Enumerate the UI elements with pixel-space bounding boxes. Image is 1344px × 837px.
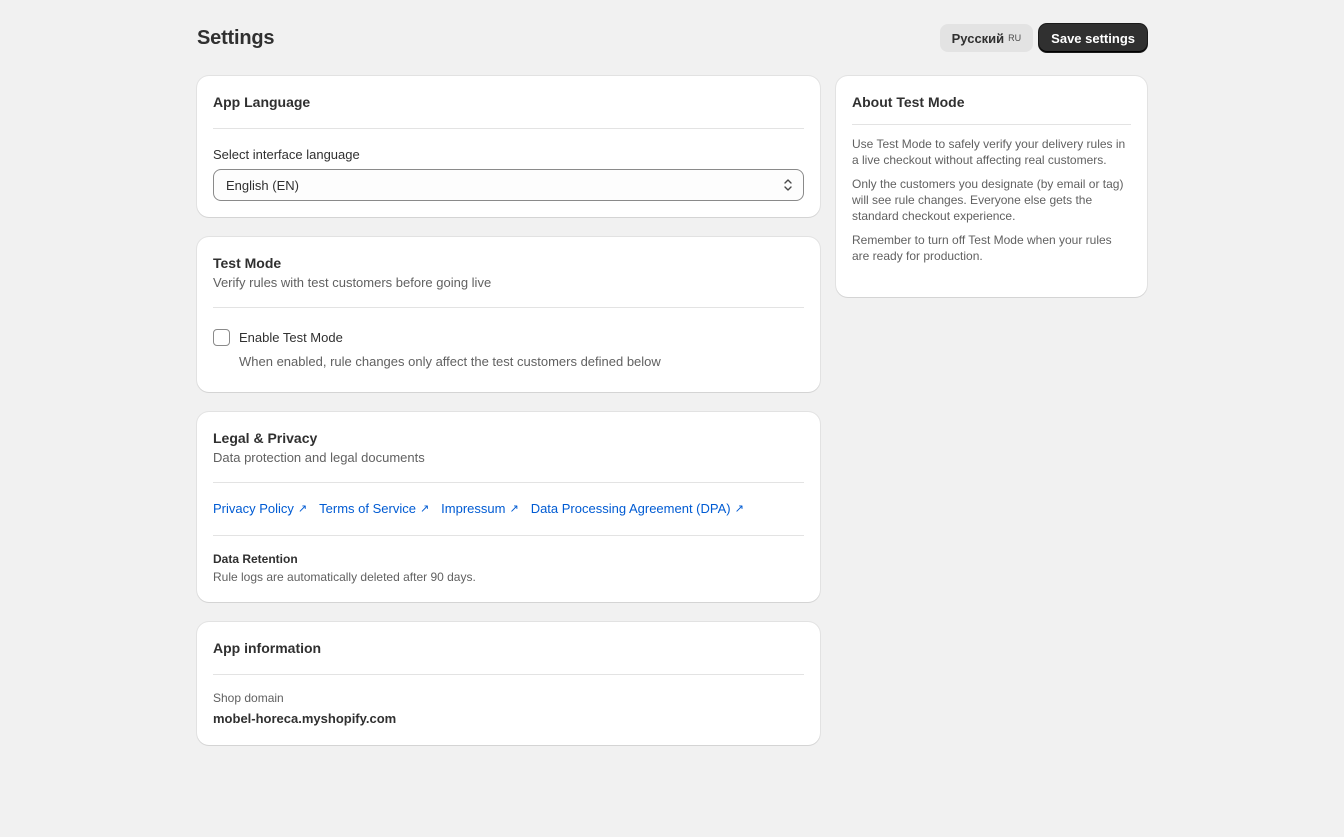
divider: [213, 482, 804, 483]
app-language-title: App Language: [213, 94, 311, 110]
divider: [213, 128, 804, 129]
page-header: Settings Русский RU Save settings: [197, 24, 1147, 52]
terms-of-service-link[interactable]: Terms of Service ↗: [319, 501, 429, 516]
test-mode-card: Test Mode Verify rules with test custome…: [197, 237, 820, 392]
language-switch-label: Русский: [951, 30, 1005, 46]
divider: [213, 535, 804, 536]
data-retention-title: Data Retention: [213, 552, 298, 566]
external-link-icon: ↗: [734, 503, 744, 515]
divider: [213, 674, 804, 675]
save-settings-button[interactable]: Save settings: [1039, 24, 1147, 52]
about-paragraph: Only the customers you designate (by ema…: [852, 177, 1124, 223]
link-label: Privacy Policy: [213, 501, 294, 516]
about-title: About Test Mode: [852, 94, 965, 110]
external-link-icon: ↗: [419, 503, 430, 515]
select-chevron-icon: [783, 178, 793, 192]
divider: [213, 307, 804, 308]
language-select-value: English (EN): [226, 177, 299, 193]
legal-subtitle: Data protection and legal documents: [213, 450, 425, 465]
about-paragraph: Use Test Mode to safely verify your deli…: [852, 137, 1126, 167]
about-test-mode-card: About Test Mode Use Test Mode to safely …: [836, 76, 1147, 297]
test-mode-title: Test Mode: [213, 255, 282, 271]
language-select-label: Select interface language: [213, 147, 360, 162]
link-label: Data Processing Agreement (DPA): [530, 501, 731, 516]
test-mode-subtitle: Verify rules with test customers before …: [213, 275, 492, 290]
impressum-link[interactable]: Impressum ↗: [441, 501, 519, 516]
external-link-icon: ↗: [297, 503, 308, 515]
divider: [852, 124, 1131, 125]
dpa-link[interactable]: Data Processing Agreement (DPA) ↗: [531, 501, 744, 516]
language-switch-code: RU: [1008, 33, 1022, 43]
privacy-policy-link[interactable]: Privacy Policy ↗: [213, 501, 307, 516]
legal-title: Legal & Privacy: [213, 430, 318, 446]
language-switch-button[interactable]: Русский RU: [939, 24, 1034, 52]
page-title: Settings: [197, 26, 275, 49]
shop-domain-value: mobel-horeca.myshopify.com: [213, 711, 397, 726]
language-select[interactable]: English (EN): [213, 169, 804, 201]
external-link-icon: ↗: [509, 503, 519, 515]
enable-test-mode-label[interactable]: Enable Test Mode: [239, 330, 343, 345]
app-information-card: App information Shop domain mobel-horeca…: [197, 622, 820, 745]
about-body: Use Test Mode to safely verify your deli…: [852, 136, 1131, 272]
shop-domain-label: Shop domain: [213, 691, 284, 705]
legal-links: Privacy Policy ↗ Terms of Service ↗ Impr…: [213, 501, 744, 516]
header-actions: Русский RU Save settings: [939, 24, 1147, 52]
legal-privacy-card: Legal & Privacy Data protection and lega…: [197, 412, 820, 602]
test-mode-helper-text: When enabled, rule changes only affect t…: [239, 354, 661, 369]
about-paragraph: Remember to turn off Test Mode when your…: [852, 233, 1112, 263]
link-label: Impressum: [441, 501, 506, 516]
app-info-title: App information: [213, 640, 322, 656]
link-label: Terms of Service: [319, 501, 416, 516]
enable-test-mode-checkbox[interactable]: [213, 329, 230, 346]
data-retention-text: Rule logs are automatically deleted afte…: [213, 570, 476, 584]
app-language-card: App Language Select interface language E…: [197, 76, 820, 217]
